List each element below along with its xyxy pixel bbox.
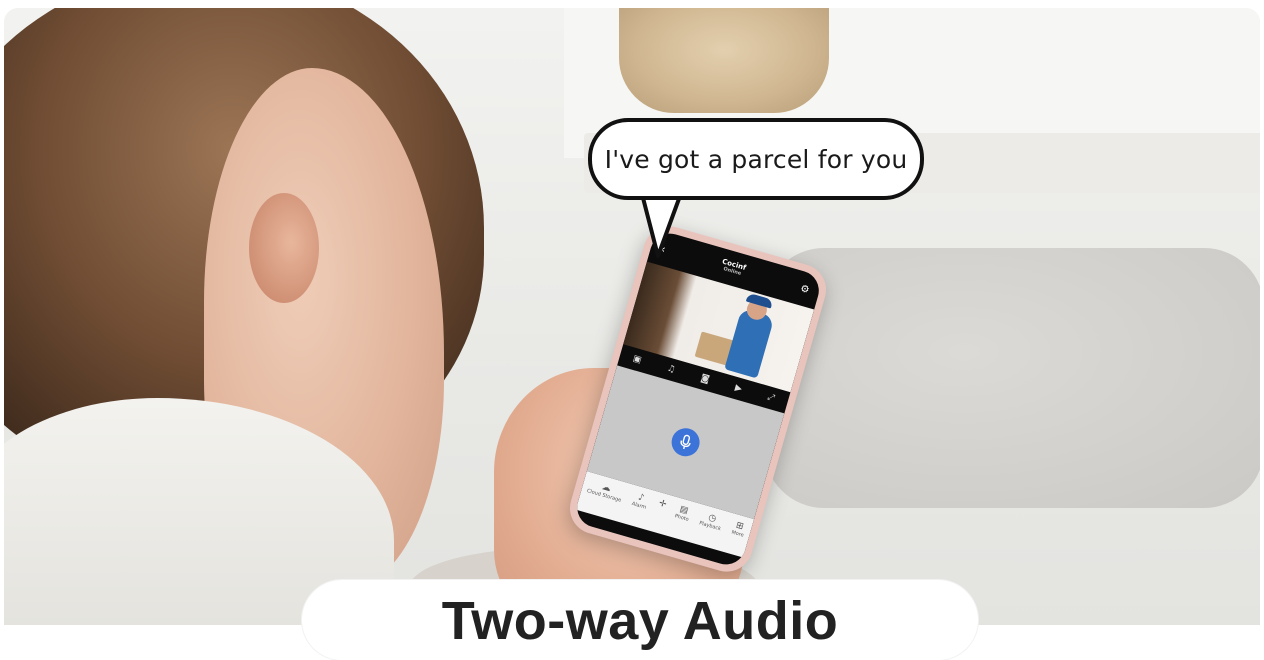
app-title-block: Cocinf Online [719, 258, 747, 278]
caption-title: Two-way Audio [441, 591, 839, 651]
background-basket [619, 8, 829, 113]
nav-label: Alarm [630, 500, 647, 511]
joystick-icon: ✛ [657, 498, 668, 511]
caption-pill: Two-way Audio [302, 580, 978, 660]
talk-button[interactable] [668, 424, 703, 460]
snapshot-icon[interactable]: ◙ [699, 373, 710, 385]
nav-photo[interactable]: ▤ Photo [674, 504, 692, 523]
speech-bubble-text: I've got a parcel for you [604, 144, 908, 174]
nav-playback[interactable]: ◷ Playback [698, 511, 724, 533]
nav-more[interactable]: ⊞ More [731, 520, 747, 539]
nav-joystick[interactable]: ✛ [658, 498, 668, 510]
phone-screen: ‹ Cocinf Online ⚙ ▣ ♫ ◙ ▶ ⤢ ☁ Cloud Stor… [572, 228, 824, 570]
speech-bubble-tail [640, 192, 682, 258]
woman-ear [249, 193, 319, 303]
record-icon[interactable]: ▣ [632, 354, 643, 366]
nav-alarm[interactable]: ♪ Alarm [630, 491, 650, 511]
nav-cloud-storage[interactable]: ☁ Cloud Storage [586, 478, 624, 504]
microphone-icon [680, 434, 691, 450]
background-sofa [764, 248, 1260, 508]
speaker-icon[interactable]: ♫ [666, 363, 677, 375]
gear-icon[interactable]: ⚙ [799, 283, 811, 296]
speech-bubble: I've got a parcel for you [588, 118, 924, 200]
smartphone: ‹ Cocinf Online ⚙ ▣ ♫ ◙ ▶ ⤢ ☁ Cloud Stor… [563, 220, 833, 578]
fullscreen-icon[interactable]: ⤢ [766, 392, 776, 404]
delivery-person-body [724, 307, 775, 379]
photo-scene: ‹ Cocinf Online ⚙ ▣ ♫ ◙ ▶ ⤢ ☁ Cloud Stor… [4, 8, 1260, 625]
video-record-icon[interactable]: ▶ [734, 383, 743, 395]
